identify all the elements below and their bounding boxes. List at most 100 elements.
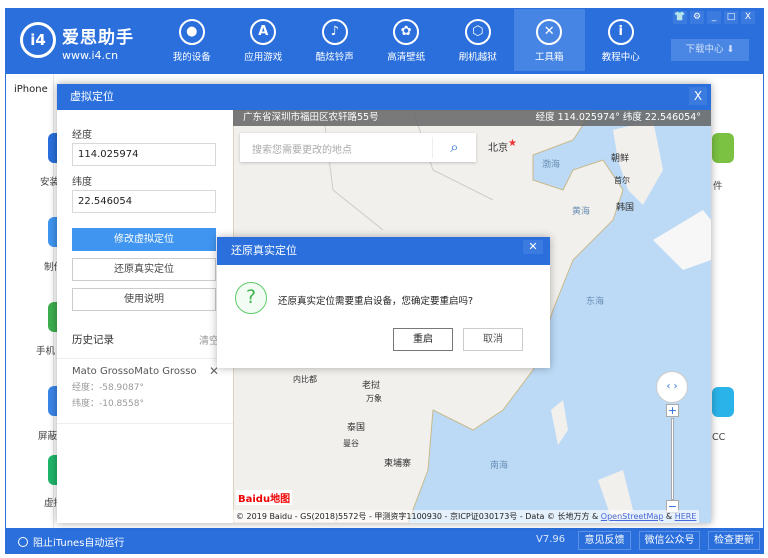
tool-label: CC xyxy=(712,432,726,443)
longitude-label: 经度 xyxy=(72,130,92,141)
tool-label: 件 xyxy=(713,181,723,192)
zoom-in-button[interactable]: + xyxy=(666,404,679,417)
dialog-title: 虚拟定位 xyxy=(57,84,711,110)
nav-my-device[interactable]: ● 我的设备 xyxy=(156,9,228,71)
minimize-icon[interactable]: _ xyxy=(707,11,721,24)
brand-name: 爱思助手 xyxy=(62,28,134,48)
history-longitude: 经度：-58.9087° xyxy=(72,383,144,393)
radio-icon xyxy=(18,536,28,547)
check-update-button[interactable]: 检查更新 xyxy=(708,531,760,550)
main-nav: ● 我的设备 A 应用游戏 ♪ 酷炫铃声 ✿ 高清壁纸 ⬡ 刷机越狱 ✕ 工具箱 i 教程中心 xyxy=(156,9,657,71)
settings-icon[interactable]: ⚙ xyxy=(690,11,704,24)
version-label: V7.96 xyxy=(536,534,566,545)
map-label: 内比都 xyxy=(293,375,317,384)
map-label: 首尔 xyxy=(614,176,630,185)
nav-label: 高清壁纸 xyxy=(387,52,426,63)
close-icon[interactable]: X xyxy=(689,87,707,105)
feedback-button[interactable]: 意见反馈 xyxy=(578,531,631,550)
restore-confirm-dialog: 还原真实定位 ✕ ? 还原真实定位需要重启设备，您确定要重启吗? 重启 取消 xyxy=(217,237,550,368)
map-search[interactable]: 搜索您需要更改的地点 ⌕ xyxy=(240,133,476,162)
location-panel: 经度 114.025974 纬度 22.546054 修改虚拟定位 还原真实定位… xyxy=(57,110,233,523)
close-icon[interactable]: X xyxy=(741,11,755,24)
map-label: 南海 xyxy=(490,461,509,471)
wechat-button[interactable]: 微信公众号 xyxy=(639,531,700,550)
restore-location-button[interactable]: 还原真实定位 xyxy=(72,258,216,281)
brand-url: www.i4.cn xyxy=(62,49,119,62)
longitude-input[interactable]: 114.025974 xyxy=(72,143,216,166)
nav-apps[interactable]: A 应用游戏 xyxy=(228,9,300,71)
help-button[interactable]: 使用说明 xyxy=(72,288,216,311)
map-label: 泰国 xyxy=(347,423,366,433)
maximize-icon[interactable]: □ xyxy=(724,11,738,24)
and-text: & xyxy=(663,512,675,521)
latitude-label: 纬度 xyxy=(72,177,92,188)
logo: i4 xyxy=(20,22,56,58)
window-controls: 👕 ⚙ _ □ X xyxy=(673,11,755,24)
nav-toolbox[interactable]: ✕ 工具箱 xyxy=(513,9,585,71)
baidu-logo: Baidu地图 xyxy=(236,490,293,505)
nav-ringtones[interactable]: ♪ 酷炫铃声 xyxy=(299,9,371,71)
nav-label: 我的设备 xyxy=(172,52,211,63)
download-center-button[interactable]: 下载中心 ⬇ xyxy=(671,39,749,61)
appstore-icon: A xyxy=(250,19,277,45)
nav-label: 教程中心 xyxy=(601,52,640,63)
map-label: 黄海 xyxy=(572,207,591,217)
history-item[interactable]: Mato GrossoMato Grosso 经度：-58.9087° 纬度：-… xyxy=(72,366,222,409)
confirm-title: 还原真实定位 xyxy=(217,237,550,265)
nav-tutorials[interactable]: i 教程中心 xyxy=(585,9,657,71)
search-input[interactable]: 搜索您需要更改的地点 xyxy=(252,141,352,156)
map-label: 东海 xyxy=(586,297,605,307)
zoom-slider[interactable] xyxy=(671,418,674,500)
map-copyright: © 2019 Baidu - GS(2018)5572号 - 甲测资字11009… xyxy=(233,510,700,523)
restart-button[interactable]: 重启 xyxy=(393,328,453,351)
nav-wallpapers[interactable]: ✿ 高清壁纸 xyxy=(371,9,443,71)
question-icon: ? xyxy=(235,282,267,314)
tool-label: 屏蔽 xyxy=(38,431,58,442)
bell-icon: ♪ xyxy=(321,19,348,45)
tool-label: 手机 xyxy=(36,346,56,357)
map-coords: 经度 114.025974° 纬度 22.546054° xyxy=(535,112,701,123)
skin-icon[interactable]: 👕 xyxy=(673,11,687,24)
history-name: Mato GrossoMato Grosso xyxy=(72,366,197,377)
clear-history-button[interactable]: 清空 xyxy=(199,332,219,347)
close-icon[interactable]: ✕ xyxy=(523,240,543,254)
map-address: 广东省深圳市福田区农轩路55号 xyxy=(243,112,379,123)
status-bar: 阻止iTunes自动运行 V7.96 意见反馈 微信公众号 检查更新 xyxy=(6,528,763,553)
nav-flash[interactable]: ⬡ 刷机越狱 xyxy=(442,9,514,71)
nav-label: 酷炫铃声 xyxy=(315,52,354,63)
tool-icon xyxy=(712,387,734,417)
tab-iphone[interactable]: iPhone xyxy=(14,84,48,95)
history-heading: 历史记录 xyxy=(72,334,114,346)
nav-label: 刷机越狱 xyxy=(458,52,497,63)
block-itunes-toggle[interactable]: 阻止iTunes自动运行 xyxy=(18,534,124,549)
map-label: 渤海 xyxy=(542,160,561,170)
latitude-input[interactable]: 22.546054 xyxy=(72,190,216,213)
map-pan-control[interactable]: ‹ › xyxy=(656,371,688,403)
header: i4 爱思助手 www.i4.cn ● 我的设备 A 应用游戏 ♪ 酷炫铃声 ✿ 高清壁… xyxy=(6,9,763,74)
map-label: 朝鲜 xyxy=(611,154,630,164)
map-label: 韩国 xyxy=(616,203,635,213)
capital-star-icon: ★ xyxy=(508,138,517,149)
box-icon: ⬡ xyxy=(464,19,491,45)
modify-location-button[interactable]: 修改虚拟定位 xyxy=(72,228,216,251)
map-label: 柬埔寨 xyxy=(384,459,412,469)
map-label: 曼谷 xyxy=(343,439,359,448)
here-link[interactable]: HERE xyxy=(675,512,697,521)
tool-icon xyxy=(712,133,734,163)
copyright-text: © 2019 Baidu - GS(2018)5572号 - 甲测资字11009… xyxy=(236,512,601,521)
apple-icon: ● xyxy=(178,19,205,45)
divider xyxy=(57,423,233,424)
map-label: 北京 xyxy=(488,143,508,154)
cancel-button[interactable]: 取消 xyxy=(463,328,523,351)
nav-label: 工具箱 xyxy=(534,52,564,63)
divider xyxy=(57,358,233,359)
map-label: 老挝 xyxy=(362,381,381,391)
tools-icon: ✕ xyxy=(536,19,563,45)
search-icon[interactable]: ⌕ xyxy=(432,137,476,158)
nav-label: 应用游戏 xyxy=(244,52,283,63)
brand: 爱思助手 www.i4.cn xyxy=(62,23,134,62)
history-latitude: 纬度：-10.8558° xyxy=(72,399,144,409)
osm-link[interactable]: OpenStreetMap xyxy=(601,512,664,521)
block-itunes-label: 阻止iTunes自动运行 xyxy=(33,538,125,549)
map-label: 万象 xyxy=(366,394,382,403)
